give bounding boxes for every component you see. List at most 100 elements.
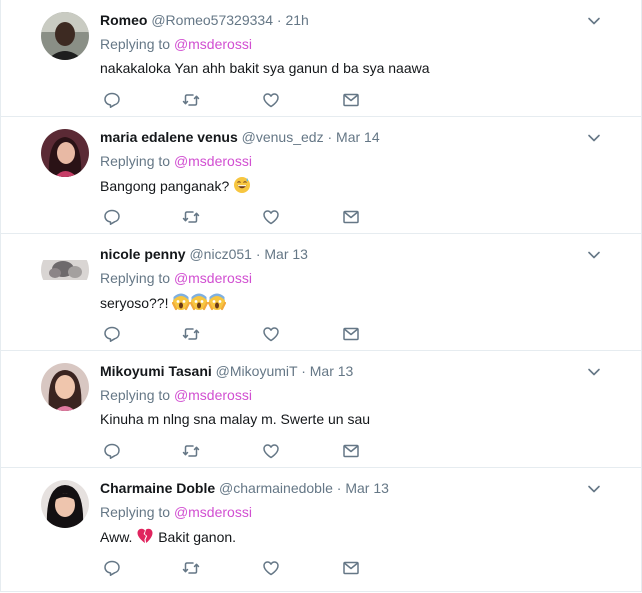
mention-link[interactable]: @msderossi bbox=[174, 36, 252, 52]
direct-message-button[interactable] bbox=[341, 207, 361, 227]
heart-icon bbox=[263, 444, 279, 459]
mention-link[interactable]: @msderossi bbox=[174, 270, 252, 286]
replying-to: Replying to @msderossi bbox=[100, 269, 252, 287]
username[interactable]: @venus_edz bbox=[242, 129, 324, 145]
separator-dot: · bbox=[255, 246, 261, 262]
chevron-down-icon[interactable] bbox=[587, 14, 601, 28]
replying-label: Replying to bbox=[100, 36, 171, 52]
retweet-button[interactable] bbox=[181, 558, 201, 578]
tweet-text-content: Bangong panganak? bbox=[100, 178, 230, 194]
tweet-text: Kinuha m nlng sna malay m. Swerte un sau bbox=[100, 411, 371, 427]
reply-icon bbox=[104, 326, 120, 342]
direct-message-button[interactable] bbox=[341, 441, 361, 461]
chevron-down-icon[interactable] bbox=[587, 365, 601, 379]
username[interactable]: @nicz051 bbox=[189, 246, 251, 262]
like-button[interactable] bbox=[261, 558, 281, 578]
fullname[interactable]: Mikoyumi Tasani bbox=[100, 363, 212, 379]
tweet-text: Bangong panganak? bbox=[100, 176, 251, 195]
envelope-icon bbox=[343, 444, 359, 458]
fullname[interactable]: Charmaine Doble bbox=[100, 480, 215, 496]
mention-link[interactable]: @msderossi bbox=[174, 387, 252, 403]
retweet-button[interactable] bbox=[181, 441, 201, 461]
direct-message-button[interactable] bbox=[341, 324, 361, 344]
avatar[interactable] bbox=[41, 12, 89, 60]
chevron-down-icon[interactable] bbox=[587, 131, 601, 145]
direct-message-button[interactable] bbox=[341, 90, 361, 110]
reply-button[interactable] bbox=[102, 90, 122, 110]
tweet-header: nicole penny @nicz051 · Mar 13 bbox=[100, 245, 308, 263]
tweet[interactable]: maria edalene venus @venus_edz · Mar 14 … bbox=[1, 117, 641, 234]
reply-button[interactable] bbox=[102, 558, 122, 578]
retweet-icon bbox=[182, 562, 200, 574]
reply-button[interactable] bbox=[102, 441, 122, 461]
retweet-icon bbox=[182, 445, 200, 457]
envelope-icon bbox=[343, 561, 359, 575]
chevron-down-icon[interactable] bbox=[587, 482, 601, 496]
replying-label: Replying to bbox=[100, 387, 171, 403]
fullname[interactable]: nicole penny bbox=[100, 246, 186, 262]
timestamp[interactable]: 21h bbox=[285, 12, 308, 28]
screaming-face-emoji bbox=[172, 293, 191, 311]
mention-link[interactable]: @msderossi bbox=[174, 504, 252, 520]
heart-icon bbox=[263, 210, 279, 225]
chevron-down-icon[interactable] bbox=[587, 248, 601, 262]
separator-dot: · bbox=[327, 129, 333, 145]
replying-to: Replying to @msderossi bbox=[100, 503, 252, 521]
timestamp[interactable]: Mar 14 bbox=[336, 129, 380, 145]
tweet-header: Charmaine Doble @charmainedoble · Mar 13 bbox=[100, 479, 389, 497]
like-button[interactable] bbox=[261, 90, 281, 110]
broken-heart-emoji bbox=[137, 528, 153, 543]
username[interactable]: @charmainedoble bbox=[219, 480, 333, 496]
retweet-button[interactable] bbox=[181, 90, 201, 110]
replying-label: Replying to bbox=[100, 153, 171, 169]
separator-dot: · bbox=[276, 12, 282, 28]
tweet[interactable]: Mikoyumi Tasani @MikoyumiT · Mar 13 Repl… bbox=[1, 351, 641, 468]
tweet-text-before: Aww. bbox=[100, 529, 133, 545]
like-button[interactable] bbox=[261, 441, 281, 461]
like-button[interactable] bbox=[261, 207, 281, 227]
retweet-button[interactable] bbox=[181, 207, 201, 227]
timestamp[interactable]: Mar 13 bbox=[345, 480, 389, 496]
tweet-text-content: Bakit ganon. bbox=[158, 529, 237, 545]
like-button[interactable] bbox=[261, 324, 281, 344]
heart-icon bbox=[263, 561, 279, 576]
reply-icon bbox=[104, 560, 120, 576]
grinning-sweat-emoji bbox=[234, 177, 251, 193]
username[interactable]: @MikoyumiT bbox=[216, 363, 298, 379]
reply-button[interactable] bbox=[102, 324, 122, 344]
tweet[interactable]: nicole penny @nicz051 · Mar 13 Replying … bbox=[1, 234, 641, 351]
replying-to: Replying to @msderossi bbox=[100, 35, 252, 53]
screaming-face-emoji bbox=[190, 293, 209, 311]
retweet-icon bbox=[182, 94, 200, 106]
tweet-header: Mikoyumi Tasani @MikoyumiT · Mar 13 bbox=[100, 362, 353, 380]
avatar[interactable] bbox=[41, 129, 89, 177]
tweet-text: nakakaloka Yan ahh bakit sya ganun d ba … bbox=[100, 60, 430, 76]
envelope-icon bbox=[343, 210, 359, 224]
tweet-header: Romeo @Romeo57329334 · 21h bbox=[100, 11, 309, 29]
avatar[interactable] bbox=[41, 363, 89, 411]
direct-message-button[interactable] bbox=[341, 558, 361, 578]
fullname[interactable]: maria edalene venus bbox=[100, 129, 238, 145]
retweet-button[interactable] bbox=[181, 324, 201, 344]
separator-dot: · bbox=[301, 363, 306, 379]
heart-icon bbox=[263, 327, 279, 342]
envelope-icon bbox=[343, 327, 359, 341]
reply-button[interactable] bbox=[102, 207, 122, 227]
username[interactable]: @Romeo57329334 bbox=[151, 12, 273, 28]
timestamp[interactable]: Mar 13 bbox=[310, 363, 354, 379]
mention-link[interactable]: @msderossi bbox=[174, 153, 252, 169]
retweet-icon bbox=[182, 211, 200, 223]
tweet[interactable]: Charmaine Doble @charmainedoble · Mar 13… bbox=[1, 468, 641, 587]
fullname[interactable]: Romeo bbox=[100, 12, 147, 28]
avatar[interactable] bbox=[41, 246, 89, 294]
tweet[interactable]: Romeo @Romeo57329334 · 21h Replying to @… bbox=[1, 0, 641, 117]
screaming-face-emoji bbox=[208, 293, 227, 311]
replying-label: Replying to bbox=[100, 504, 171, 520]
reply-icon bbox=[104, 92, 120, 108]
timestamp[interactable]: Mar 13 bbox=[264, 246, 308, 262]
replying-to: Replying to @msderossi bbox=[100, 152, 252, 170]
tweet-text: Aww. Bakit ganon. bbox=[100, 527, 236, 546]
avatar[interactable] bbox=[41, 480, 89, 528]
tweet-header: maria edalene venus @venus_edz · Mar 14 bbox=[100, 128, 380, 146]
reply-feed: Romeo @Romeo57329334 · 21h Replying to @… bbox=[0, 0, 642, 592]
